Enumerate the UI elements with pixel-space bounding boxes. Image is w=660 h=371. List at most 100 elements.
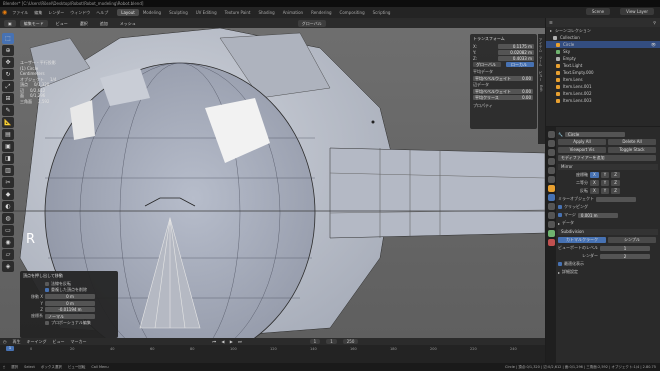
mirror-axis-x[interactable]: X	[590, 172, 599, 178]
playback-menu[interactable]: 再生	[13, 339, 21, 345]
bisect-x[interactable]: X	[590, 180, 599, 186]
menu-render[interactable]: レンダー	[48, 10, 64, 16]
mirror-object-field[interactable]	[596, 196, 636, 202]
flip-z[interactable]: Z	[611, 188, 620, 194]
outliner-item[interactable]: Text.Light	[546, 62, 660, 69]
mode-dropdown[interactable]: 編集モード	[19, 19, 48, 27]
shear-tool-icon[interactable]: ▱	[2, 249, 14, 260]
knife-tool-icon[interactable]: ✂	[2, 177, 14, 188]
outliner-item[interactable]: Empty	[546, 55, 660, 62]
view-layer-field[interactable]: View Layer	[620, 8, 654, 15]
tab-shading[interactable]: Shading	[254, 9, 278, 16]
render-level-field[interactable]: 2	[600, 253, 650, 259]
tab-uv-editing[interactable]: UV Editing	[192, 9, 221, 16]
transform-tool-icon[interactable]: ⊞	[2, 93, 14, 104]
extrude-tool-icon[interactable]: ▤	[2, 129, 14, 140]
start-frame-field[interactable]: 1	[326, 339, 337, 344]
orientation-dropdown[interactable]: ノーマル	[45, 313, 95, 319]
operator-title[interactable]: 頂点を押し出して移動	[23, 273, 115, 279]
outliner-item[interactable]: Item.Lens.001	[546, 83, 660, 90]
tab-layout[interactable]: Layout	[117, 9, 139, 16]
select-box-tool-icon[interactable]: ⬚	[2, 33, 14, 44]
view-layer-tab-icon[interactable]	[547, 158, 555, 165]
keying-menu[interactable]: キーイング	[27, 339, 47, 345]
bisect-z[interactable]: Z	[611, 180, 620, 186]
output-tab-icon[interactable]	[547, 149, 555, 156]
render-tab-icon[interactable]	[547, 140, 555, 147]
edge-slide-tool-icon[interactable]: ▭	[2, 225, 14, 236]
playback-controls[interactable]: ⏮ ◀ ▶ ⏭	[213, 339, 244, 344]
dissolve-checkbox[interactable]	[45, 288, 49, 292]
inset-tool-icon[interactable]: ▣	[2, 141, 14, 152]
view-menu-timeline[interactable]: ビュー	[53, 339, 65, 345]
tab-rendering[interactable]: Rendering	[307, 9, 335, 16]
properties-section-title[interactable]: プロパティ	[473, 103, 534, 109]
tab-texture-paint[interactable]: Texture Paint	[221, 9, 255, 16]
outliner-editor-icon[interactable]: ☰	[549, 20, 553, 25]
tab-item[interactable]: アイテム	[539, 38, 544, 52]
shrink-tool-icon[interactable]: ◉	[2, 237, 14, 248]
move-x-field[interactable]: 0 m	[45, 294, 95, 299]
tab-compositing[interactable]: Compositing	[336, 9, 369, 16]
tool-tab-icon[interactable]	[547, 131, 555, 138]
optimal-display-checkbox[interactable]	[558, 262, 562, 266]
data-tab-icon[interactable]	[547, 230, 555, 237]
merge-checkbox[interactable]	[558, 213, 562, 217]
median-z-field[interactable]: 0.4033 m	[498, 56, 534, 61]
simple-button[interactable]: シンプル	[608, 237, 656, 243]
catmull-clark-button[interactable]: カトマルクラーク	[558, 237, 606, 243]
outliner-item[interactable]: Collection	[546, 34, 660, 41]
apply-all-button[interactable]: Apply All	[558, 139, 606, 145]
measure-tool-icon[interactable]: 📐	[2, 117, 14, 128]
end-frame-field[interactable]: 250	[342, 339, 359, 344]
tab-edit[interactable]: Edit	[539, 85, 543, 92]
rotate-tool-icon[interactable]: ↻	[2, 69, 14, 80]
advanced-row[interactable]: ▸ 詳細設定	[558, 269, 658, 275]
particles-tab-icon[interactable]	[547, 203, 555, 210]
menu-help[interactable]: ヘルプ	[96, 10, 108, 16]
current-frame-field[interactable]: 1	[309, 339, 321, 344]
physics-tab-icon[interactable]	[547, 212, 555, 219]
viewport-level-field[interactable]: 1	[600, 245, 650, 251]
smooth-tool-icon[interactable]: ◍	[2, 213, 14, 224]
outliner-item[interactable]: Circle 👁	[546, 41, 660, 48]
constraints-tab-icon[interactable]	[547, 221, 555, 228]
tab-modeling[interactable]: Modeling	[139, 9, 165, 16]
toggle-stack-button[interactable]: Toggle Stack	[608, 147, 656, 153]
editor-type-button[interactable]: ▣	[4, 19, 16, 27]
outliner-item[interactable]: Item.Lens.002	[546, 90, 660, 97]
timeline-area[interactable]: 1 0 20 40 60 80 100 120 140 160 180 200 …	[0, 345, 545, 363]
scene-tab-icon[interactable]	[547, 167, 555, 174]
move-tool-icon[interactable]: ✥	[2, 57, 14, 68]
median-y-field[interactable]: 0.02082 m	[498, 50, 534, 55]
spin-tool-icon[interactable]: ◐	[2, 201, 14, 212]
move-z-field[interactable]: -0.01194 m	[45, 307, 95, 312]
tab-animation[interactable]: Animation	[279, 9, 307, 16]
scene-collection-row[interactable]: ▸ シーンコレクション	[546, 27, 660, 34]
object-name-field[interactable]: Circle	[564, 131, 625, 137]
flip-normals-checkbox[interactable]	[45, 281, 49, 286]
tab-view[interactable]: ビュー	[539, 71, 544, 82]
poly-build-tool-icon[interactable]: ◆	[2, 189, 14, 200]
bisect-y[interactable]: Y	[600, 180, 610, 186]
blender-logo-icon[interactable]: ◉	[2, 9, 7, 16]
transform-section-title[interactable]: トランスフォーム	[473, 36, 534, 42]
outliner-filter-icon[interactable]: ⚲	[653, 20, 656, 25]
menu-window[interactable]: ウィンドウ	[70, 10, 90, 16]
proportional-checkbox[interactable]	[45, 320, 49, 325]
delete-all-button[interactable]: Delete All	[608, 139, 656, 145]
annotate-tool-icon[interactable]: ✎	[2, 105, 14, 116]
material-tab-icon[interactable]	[547, 239, 555, 246]
scene-field[interactable]: Scene	[585, 8, 611, 15]
bevel-tool-icon[interactable]: ◨	[2, 153, 14, 164]
subsurf-modifier-header[interactable]: Subdivision	[558, 229, 658, 235]
cursor-tool-icon[interactable]: ⊕	[2, 45, 14, 56]
outliner-item[interactable]: Sky	[546, 48, 660, 55]
mesh-menu[interactable]: メッシュ	[116, 20, 140, 27]
visibility-eye-icon[interactable]: 👁	[651, 42, 656, 47]
marker-menu[interactable]: マーカー	[71, 339, 87, 345]
mirror-data-row[interactable]: ▸ データ	[558, 220, 658, 226]
add-modifier-dropdown[interactable]: モディファイアーを追加	[558, 155, 656, 161]
select-menu[interactable]: 選択	[76, 20, 92, 27]
move-y-field[interactable]: 0 m	[45, 300, 95, 306]
